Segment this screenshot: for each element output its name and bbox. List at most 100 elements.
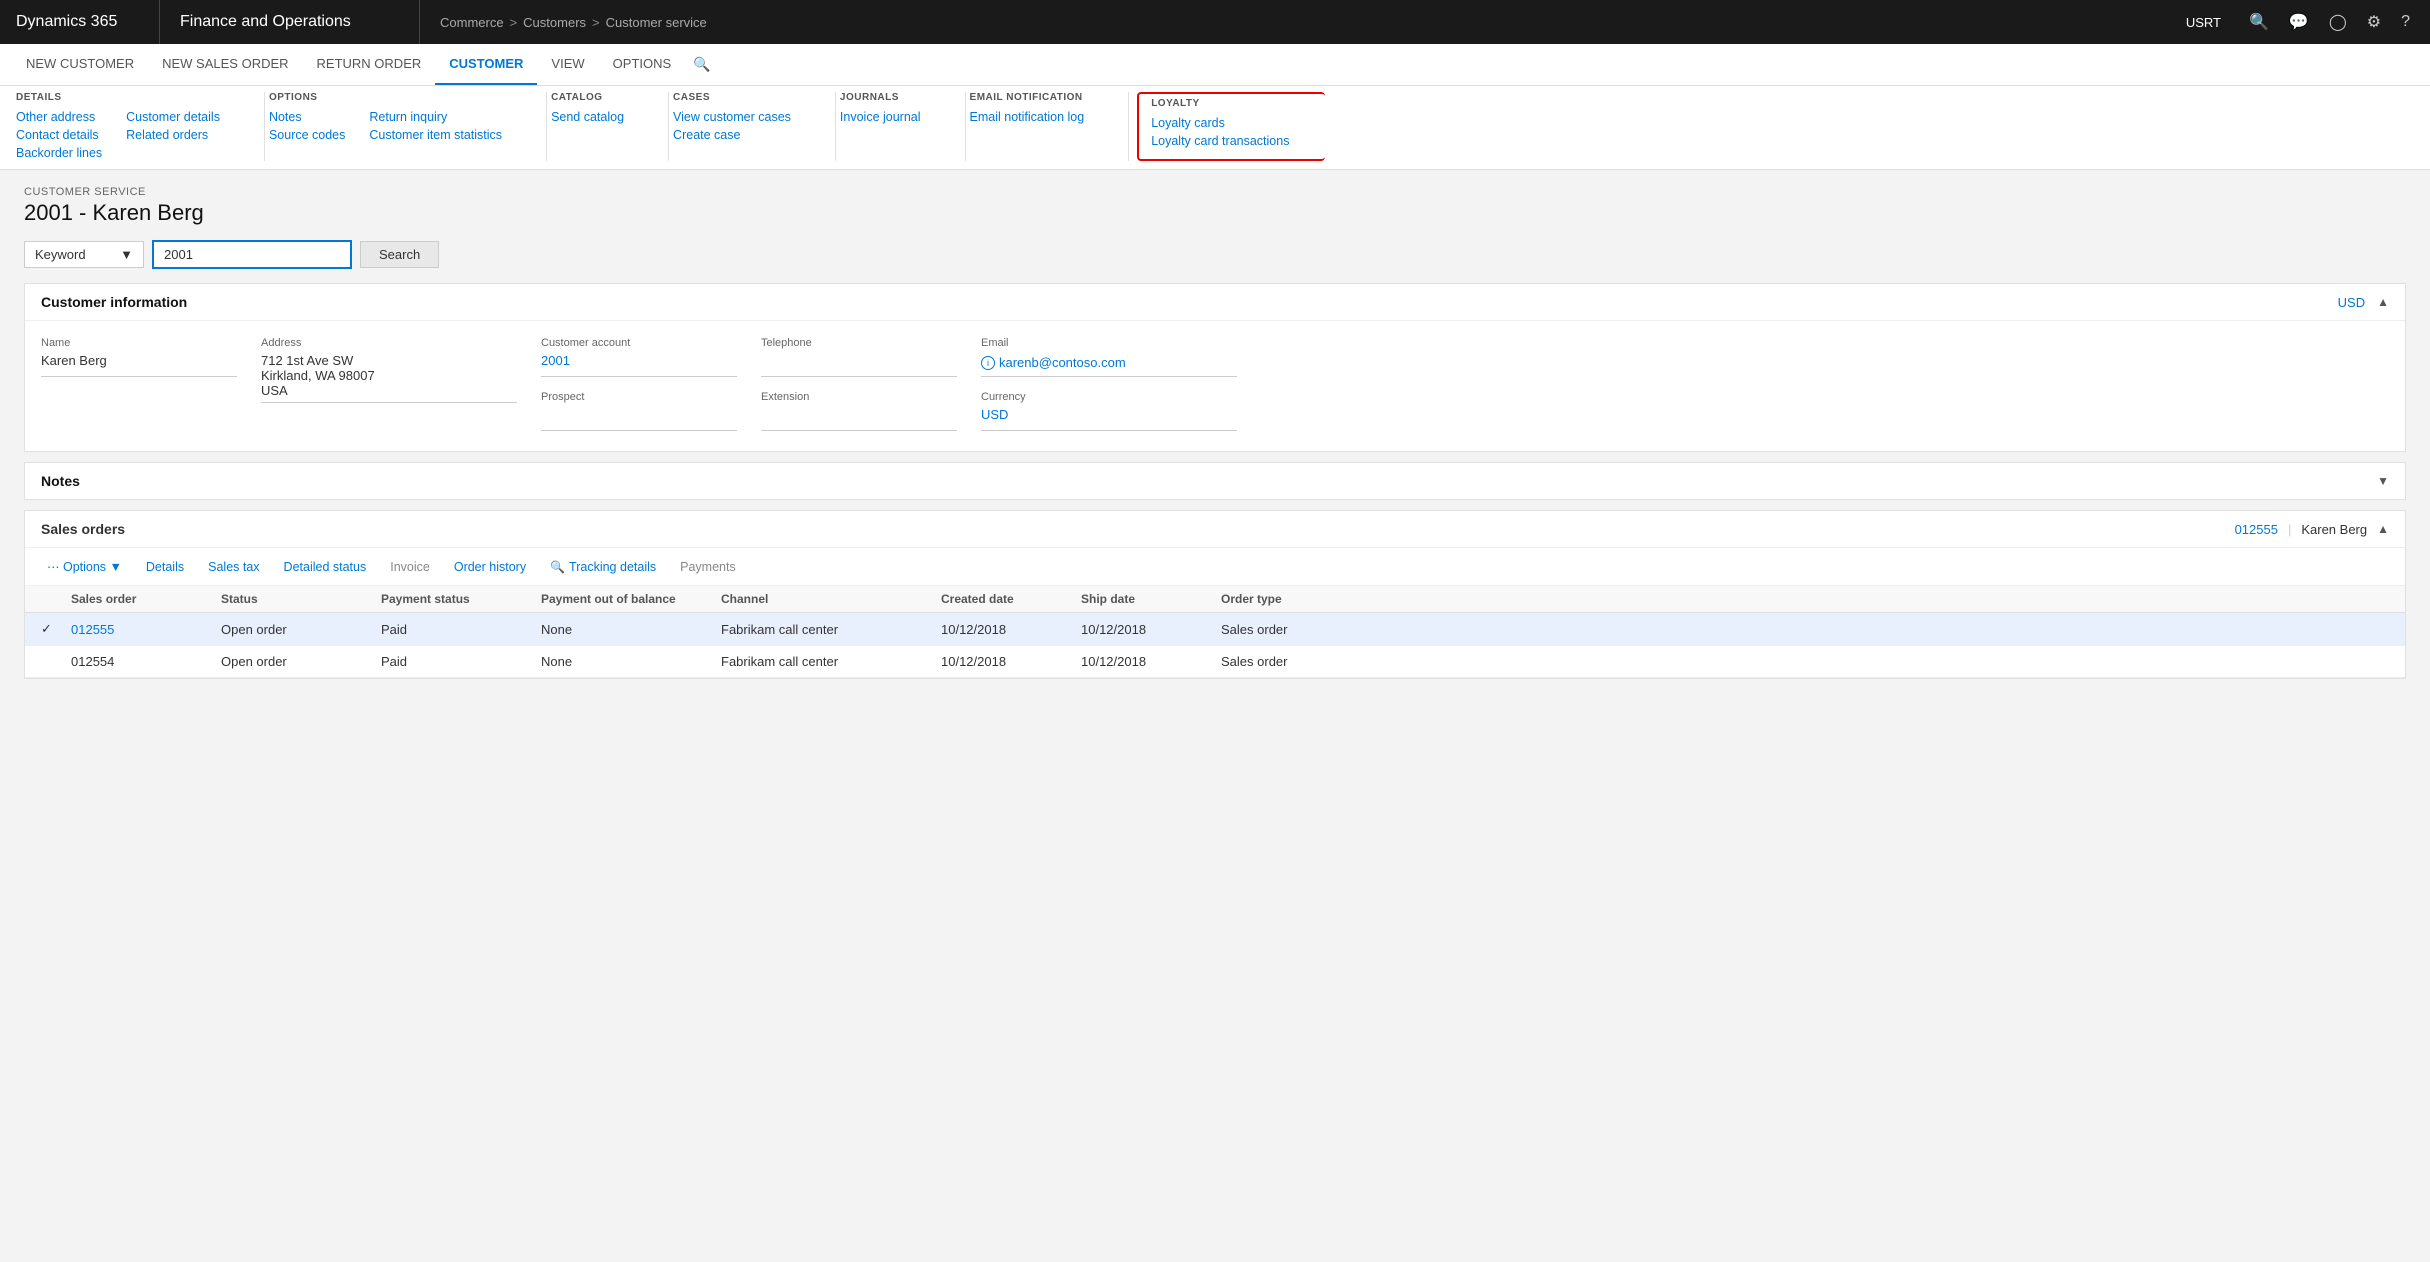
row2-channel: Fabrikam call center	[721, 654, 941, 669]
row1-status: Open order	[221, 622, 381, 637]
ribbon-item-backorder-lines[interactable]: Backorder lines	[16, 145, 102, 161]
search-type-dropdown[interactable]: Keyword ▼	[24, 241, 144, 268]
cases-col1: View customer cases Create case	[673, 109, 791, 143]
col-channel[interactable]: Channel	[721, 592, 941, 606]
ribbon-item-source-codes[interactable]: Source codes	[269, 127, 345, 143]
catalog-group-title: CATALOG	[551, 92, 648, 103]
toolbar-sales-tax[interactable]: Sales tax	[202, 557, 265, 577]
notes-section: Notes ▼	[24, 462, 2406, 500]
loyalty-group-items: Loyalty cards Loyalty card transactions	[1151, 115, 1313, 149]
ribbon-item-customer-item-statistics[interactable]: Customer item statistics	[369, 127, 502, 143]
ribbon-item-notes[interactable]: Notes	[269, 109, 345, 125]
catalog-group-items: Send catalog	[551, 109, 648, 125]
ribbon-item-loyalty-cards[interactable]: Loyalty cards	[1151, 115, 1289, 131]
col-created-date[interactable]: Created date	[941, 592, 1081, 606]
currency-value[interactable]: USD	[981, 407, 1237, 431]
address-value: 712 1st Ave SW Kirkland, WA 98007 USA	[261, 353, 517, 403]
tab-return-order[interactable]: Return order	[303, 44, 436, 85]
ribbon-group-details: DETAILS Other address Contact details Ba…	[12, 92, 265, 161]
breadcrumb-customers[interactable]: Customers	[523, 15, 586, 30]
dynamics365-logo[interactable]: Dynamics 365	[0, 0, 160, 44]
toolbar-options[interactable]: ⋯ Options ▼	[41, 556, 128, 577]
top-bar-right: USRT 🔍 💬 ◯ ⚙ ?	[2178, 6, 2430, 38]
currency-link[interactable]: USD	[2338, 295, 2365, 310]
email-address[interactable]: karenb@contoso.com	[999, 355, 1126, 370]
chat-icon[interactable]: 💬	[2281, 6, 2317, 38]
row1-order-type: Sales order	[1221, 622, 1381, 637]
col-sales-order[interactable]: Sales order	[71, 592, 221, 606]
ribbon-item-email-notification-log[interactable]: Email notification log	[970, 109, 1085, 125]
sales-orders-section: Sales orders 012555 | Karen Berg ▲ ⋯ Opt…	[24, 510, 2406, 679]
name-value: Karen Berg	[41, 353, 237, 377]
toolbar-details[interactable]: Details	[140, 557, 190, 577]
row2-created-date: 10/12/2018	[941, 654, 1081, 669]
ribbon-group-loyalty: LOYALTY Loyalty cards Loyalty card trans…	[1137, 92, 1325, 161]
search-button[interactable]: Search	[360, 241, 439, 268]
tab-new-sales-order[interactable]: New sales order	[148, 44, 302, 85]
ribbon-item-other-address[interactable]: Other address	[16, 109, 102, 125]
tab-customer[interactable]: CUSTOMER	[435, 44, 537, 85]
row2-sales-order[interactable]: 012554	[71, 654, 221, 669]
toolbar-order-history[interactable]: Order history	[448, 557, 532, 577]
check-icon: ✓	[41, 621, 52, 636]
row1-check: ✓	[41, 621, 71, 637]
address-line2: Kirkland, WA 98007	[261, 368, 517, 383]
user-icon[interactable]: ◯	[2321, 6, 2355, 38]
details-group-title: DETAILS	[16, 92, 244, 103]
customer-info-header-right: USD ▲	[2338, 295, 2389, 310]
field-account-prospect: Customer account 2001 Prospect	[541, 337, 761, 431]
journals-col1: Invoice journal	[840, 109, 921, 125]
notes-header[interactable]: Notes ▼	[25, 463, 2405, 499]
ribbon-item-send-catalog[interactable]: Send catalog	[551, 109, 624, 125]
notes-title: Notes	[41, 473, 80, 489]
ribbon-item-view-customer-cases[interactable]: View customer cases	[673, 109, 791, 125]
notes-collapse-icon[interactable]: ▼	[2377, 474, 2389, 488]
breadcrumb-sep1: >	[510, 15, 518, 30]
app-name[interactable]: Finance and Operations	[160, 0, 420, 44]
toolbar-invoice[interactable]: Invoice	[384, 557, 436, 577]
ribbon-group-catalog: CATALOG Send catalog	[547, 92, 669, 161]
settings-icon[interactable]: ⚙	[2359, 6, 2389, 38]
col-ship-date[interactable]: Ship date	[1081, 592, 1221, 606]
tab-new-customer[interactable]: New customer	[12, 44, 148, 85]
collapse-icon[interactable]: ▲	[2377, 295, 2389, 309]
col-order-type[interactable]: Order type	[1221, 592, 1381, 606]
ribbon-item-loyalty-card-transactions[interactable]: Loyalty card transactions	[1151, 133, 1289, 149]
toolbar-payments[interactable]: Payments	[674, 557, 742, 577]
ribbon-item-contact-details[interactable]: Contact details	[16, 127, 102, 143]
search-input[interactable]	[152, 240, 352, 269]
details-col2: Customer details Related orders	[126, 109, 220, 161]
row2-payment-balance: None	[541, 654, 721, 669]
table-row[interactable]: ✓ 012555 Open order Paid None Fabrikam c…	[25, 613, 2405, 646]
table-row[interactable]: 012554 Open order Paid None Fabrikam cal…	[25, 646, 2405, 678]
sales-orders-collapse-icon[interactable]: ▲	[2377, 522, 2389, 536]
toolbar-tracking-details[interactable]: 🔍 Tracking details	[544, 557, 662, 577]
customer-account-value[interactable]: 2001	[541, 353, 737, 377]
help-icon[interactable]: ?	[2393, 7, 2418, 37]
col-payment-balance[interactable]: Payment out of balance	[541, 592, 721, 606]
ribbon-item-related-orders[interactable]: Related orders	[126, 127, 220, 143]
ribbon-item-return-inquiry[interactable]: Return inquiry	[369, 109, 502, 125]
journals-group-title: JOURNALS	[840, 92, 945, 103]
tab-options[interactable]: OPTIONS	[599, 44, 686, 85]
sales-order-id-link[interactable]: 012555	[2235, 522, 2278, 537]
col-status[interactable]: Status	[221, 592, 381, 606]
search-type-value: Keyword	[35, 247, 86, 262]
ribbon-item-customer-details[interactable]: Customer details	[126, 109, 220, 125]
ribbon-search-icon[interactable]: 🔍	[693, 56, 710, 73]
toolbar-detailed-status[interactable]: Detailed status	[278, 557, 373, 577]
ribbon-item-create-case[interactable]: Create case	[673, 127, 791, 143]
tab-view[interactable]: VIEW	[537, 44, 598, 85]
journals-group-items: Invoice journal	[840, 109, 945, 125]
email-notification-group-title: EMAIL NOTIFICATION	[970, 92, 1109, 103]
search-icon[interactable]: 🔍	[2241, 6, 2277, 38]
breadcrumb-commerce[interactable]: Commerce	[440, 15, 504, 30]
ribbon-item-invoice-journal[interactable]: Invoice journal	[840, 109, 921, 125]
loyalty-group-title: LOYALTY	[1151, 98, 1313, 109]
col-payment-status[interactable]: Payment status	[381, 592, 541, 606]
row1-sales-order[interactable]: 012555	[71, 622, 221, 637]
ribbon-group-options: OPTIONS Notes Source codes Return inquir…	[265, 92, 547, 161]
row1-ship-date: 10/12/2018	[1081, 622, 1221, 637]
customer-info-header[interactable]: Customer information USD ▲	[25, 284, 2405, 321]
breadcrumb-customerservice[interactable]: Customer service	[606, 15, 707, 30]
